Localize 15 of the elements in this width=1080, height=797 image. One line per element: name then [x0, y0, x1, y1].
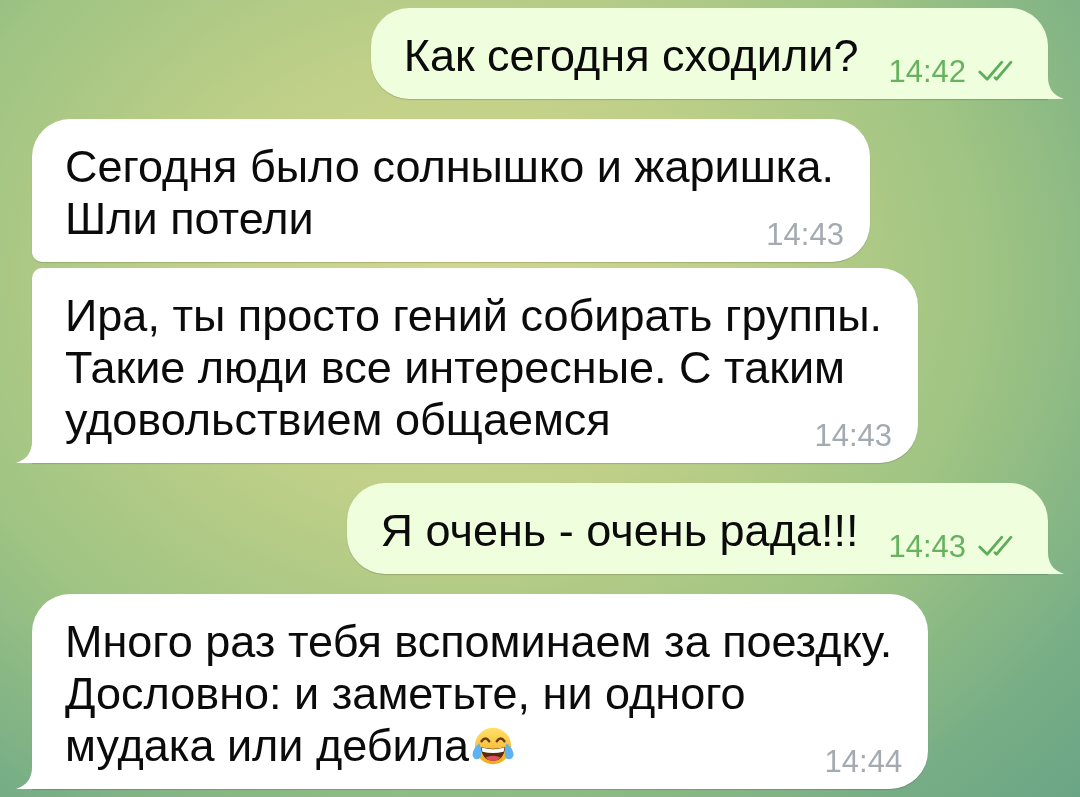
message-text: мудака или дебила [65, 720, 469, 772]
message-text: Шли потели [65, 193, 314, 245]
message-text: Дословно: и заметьте, ни одного [65, 668, 746, 720]
message-text: Много раз тебя вспоминаем за поездку. [65, 616, 893, 668]
message-time: 14:43 [766, 221, 844, 248]
message-time: 14:43 [814, 422, 893, 449]
message-time: 14:43 [888, 533, 966, 560]
message-text: Ира, ты просто гений собирать группы. [65, 290, 883, 342]
message-time: 14:44 [824, 748, 903, 775]
message-text: удовольствием общаемся [65, 394, 611, 446]
message-time: 14:42 [888, 58, 966, 85]
message-text: Сегодня было солнышко и жаришка. [65, 141, 834, 193]
message-text: Как сегодня сходили? [403, 30, 859, 82]
message-text: Я очень - очень рада!!! [380, 505, 859, 557]
message-text: Такие люди все интересные. С таким [65, 342, 845, 394]
